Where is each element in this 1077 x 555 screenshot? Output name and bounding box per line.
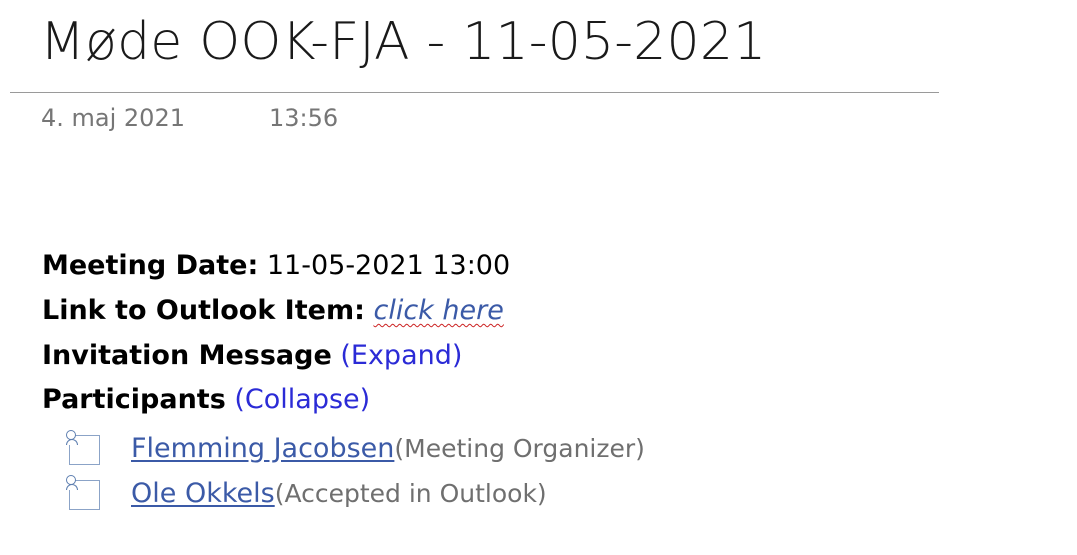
participant-status: (Accepted in Outlook) bbox=[274, 478, 547, 508]
meeting-date-label: Meeting Date: bbox=[42, 250, 259, 281]
contact-card-icon bbox=[66, 430, 102, 466]
title-divider bbox=[10, 92, 939, 93]
outlook-link-label: Link to Outlook Item: bbox=[42, 295, 365, 326]
participants-label: Participants bbox=[42, 384, 226, 415]
invitation-message-label: Invitation Message bbox=[42, 340, 332, 371]
page-title: Møde OOK-FJA - 11-05-2021 bbox=[40, 12, 767, 72]
participant-name-link[interactable]: Ole Okkels bbox=[131, 478, 275, 509]
participants-line: Participants (Collapse) bbox=[42, 384, 370, 415]
participant-row: Ole Okkels (Accepted in Outlook) bbox=[66, 473, 547, 513]
page-time: 13:56 bbox=[269, 104, 339, 132]
page-date: 4. maj 2021 bbox=[41, 104, 185, 132]
invitation-expand-toggle[interactable]: (Expand) bbox=[340, 340, 462, 371]
meeting-date-value: 11-05-2021 13:00 bbox=[266, 250, 511, 281]
participant-name-link[interactable]: Flemming Jacobsen bbox=[131, 433, 394, 464]
contact-card-icon bbox=[66, 475, 102, 511]
participant-status: (Meeting Organizer) bbox=[394, 433, 645, 463]
outlook-link-line: Link to Outlook Item: click here bbox=[42, 295, 504, 326]
participants-collapse-toggle[interactable]: (Collapse) bbox=[234, 384, 370, 415]
meeting-date-line: Meeting Date: 11-05-2021 13:00 bbox=[42, 250, 510, 281]
outlook-link[interactable]: click here bbox=[373, 295, 503, 326]
invitation-message-line: Invitation Message (Expand) bbox=[42, 340, 462, 371]
participant-row: Flemming Jacobsen (Meeting Organizer) bbox=[66, 428, 645, 468]
